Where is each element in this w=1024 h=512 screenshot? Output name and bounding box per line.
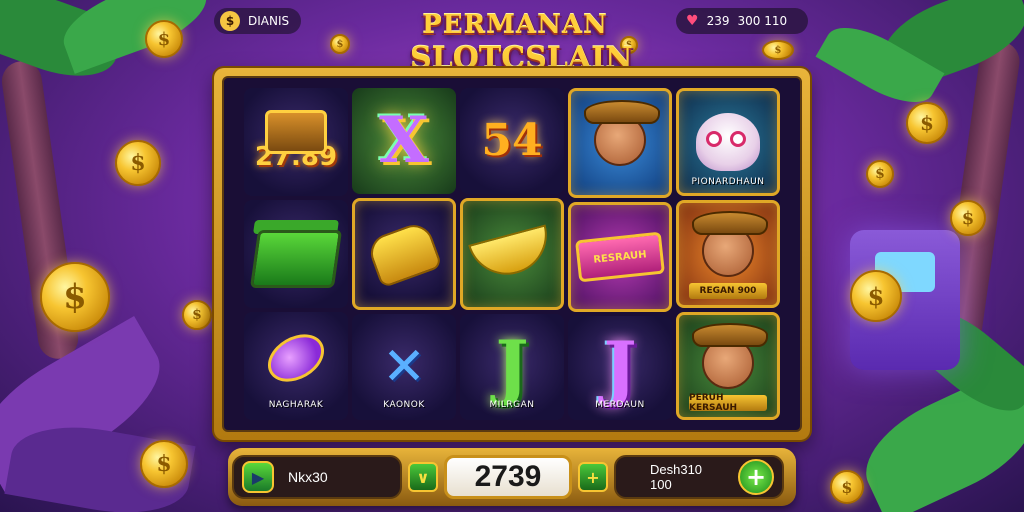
sign-banner: RESRAUH: [575, 231, 665, 283]
reel-cell: PIONARDHAUN: [676, 88, 780, 196]
reel-cell: 54: [460, 88, 564, 194]
coin-icon: $: [145, 20, 183, 58]
treasure-chest-icon: [265, 110, 327, 154]
reel-4: RESRAUH J MERDAUN: [568, 88, 672, 420]
coin-icon: $: [850, 270, 902, 322]
gift-box-icon: [249, 230, 343, 288]
coin-icon: $: [182, 300, 212, 330]
reel-label: MERDAUN: [595, 400, 645, 410]
reel-cell: 27.89: [244, 88, 348, 196]
coin-icon: $: [40, 262, 110, 332]
reel-cell: ✕ KAONOK: [352, 314, 456, 420]
reel-cell: [244, 200, 348, 308]
reels-grid: 27.89 NAGHARAK X ✕ KAONOK 54 J MILRGAN R…: [222, 76, 802, 432]
reel-cell: RESRAUH: [568, 202, 672, 312]
gold-bag-icon: [365, 219, 443, 289]
reel-3: 54 J MILRGAN: [460, 88, 564, 420]
decrease-bet-button[interactable]: ∨: [408, 462, 438, 492]
explorer-character-icon: [584, 100, 660, 166]
bet-value-display: 2739: [444, 455, 572, 499]
play-button[interactable]: ▶: [242, 461, 274, 493]
explorer-character-icon: [692, 323, 768, 389]
crossed-tools-icon: ✕: [382, 337, 426, 397]
right-control-panel: Desh310 100 +: [614, 455, 784, 499]
reel-cell: X: [352, 88, 456, 194]
balance-badge[interactable]: ♥ 239 300 110: [676, 8, 808, 34]
coin-icon: $: [330, 34, 350, 54]
reel-label: NAGHARAK: [268, 400, 324, 410]
reel-5: PIONARDHAUN REGAN 900 PERUH KERSAUH: [676, 88, 780, 420]
coin-icon: $: [906, 102, 948, 144]
reel-label: KAONOK: [383, 400, 425, 410]
balance-a: 239: [706, 14, 730, 28]
reel-cell: REGAN 900: [676, 200, 780, 308]
heart-icon: ♥: [686, 13, 699, 29]
left-control-text: Nkx30: [288, 469, 328, 485]
reel-label: PIONARDHAUN: [691, 177, 765, 187]
banana-icon: [468, 224, 556, 284]
reel-cell: [460, 198, 564, 310]
explorer-character-icon: [692, 211, 768, 277]
increase-bet-button[interactable]: +: [578, 462, 608, 492]
reel-banner: REGAN 900: [689, 283, 767, 299]
reel-banner: PERUH KERSAUH: [689, 393, 767, 413]
control-bar: ▶ Nkx30 ∨ 2739 + Desh310 100 +: [228, 448, 796, 506]
coin-bag-icon: $: [220, 11, 240, 31]
reel-2: X ✕ KAONOK: [352, 88, 456, 420]
reel-cell: J MERDAUN: [568, 316, 672, 420]
x-symbol: X: [379, 103, 429, 178]
right-control-text-1: Desh310: [650, 462, 703, 477]
potion-icon: [259, 324, 333, 392]
reel-label: MILRGAN: [489, 400, 535, 410]
reel-cell: [352, 198, 456, 310]
coin-icon: $: [866, 160, 894, 188]
coin-icon: $: [762, 40, 794, 60]
coin-icon: $: [830, 470, 864, 504]
reel-1: 27.89 NAGHARAK: [244, 88, 348, 420]
slot-machine: 27.89 NAGHARAK X ✕ KAONOK 54 J MILRGAN R…: [214, 68, 810, 440]
left-control-panel: ▶ Nkx30: [232, 455, 402, 499]
coin-icon: $: [950, 200, 986, 236]
monster-icon: [696, 113, 760, 171]
right-control-text-2: 100: [650, 477, 672, 492]
player-badge[interactable]: $ DIANIS: [214, 8, 302, 34]
reel-cell: [568, 88, 672, 198]
coin-icon: $: [140, 440, 188, 488]
player-name: DIANIS: [248, 14, 290, 28]
add-button[interactable]: +: [738, 459, 774, 495]
number-symbol: 54: [481, 115, 543, 166]
j-symbol-green: J: [495, 325, 529, 408]
balance-b: 300 110: [737, 14, 788, 28]
coin-icon: $: [115, 140, 161, 186]
j-symbol-purple: J: [603, 326, 637, 409]
title-line-1: PERMANAN: [422, 10, 608, 40]
reel-cell: NAGHARAK: [244, 312, 348, 420]
reel-cell: PERUH KERSAUH: [676, 312, 780, 420]
reel-cell: J MILRGAN: [460, 314, 564, 420]
